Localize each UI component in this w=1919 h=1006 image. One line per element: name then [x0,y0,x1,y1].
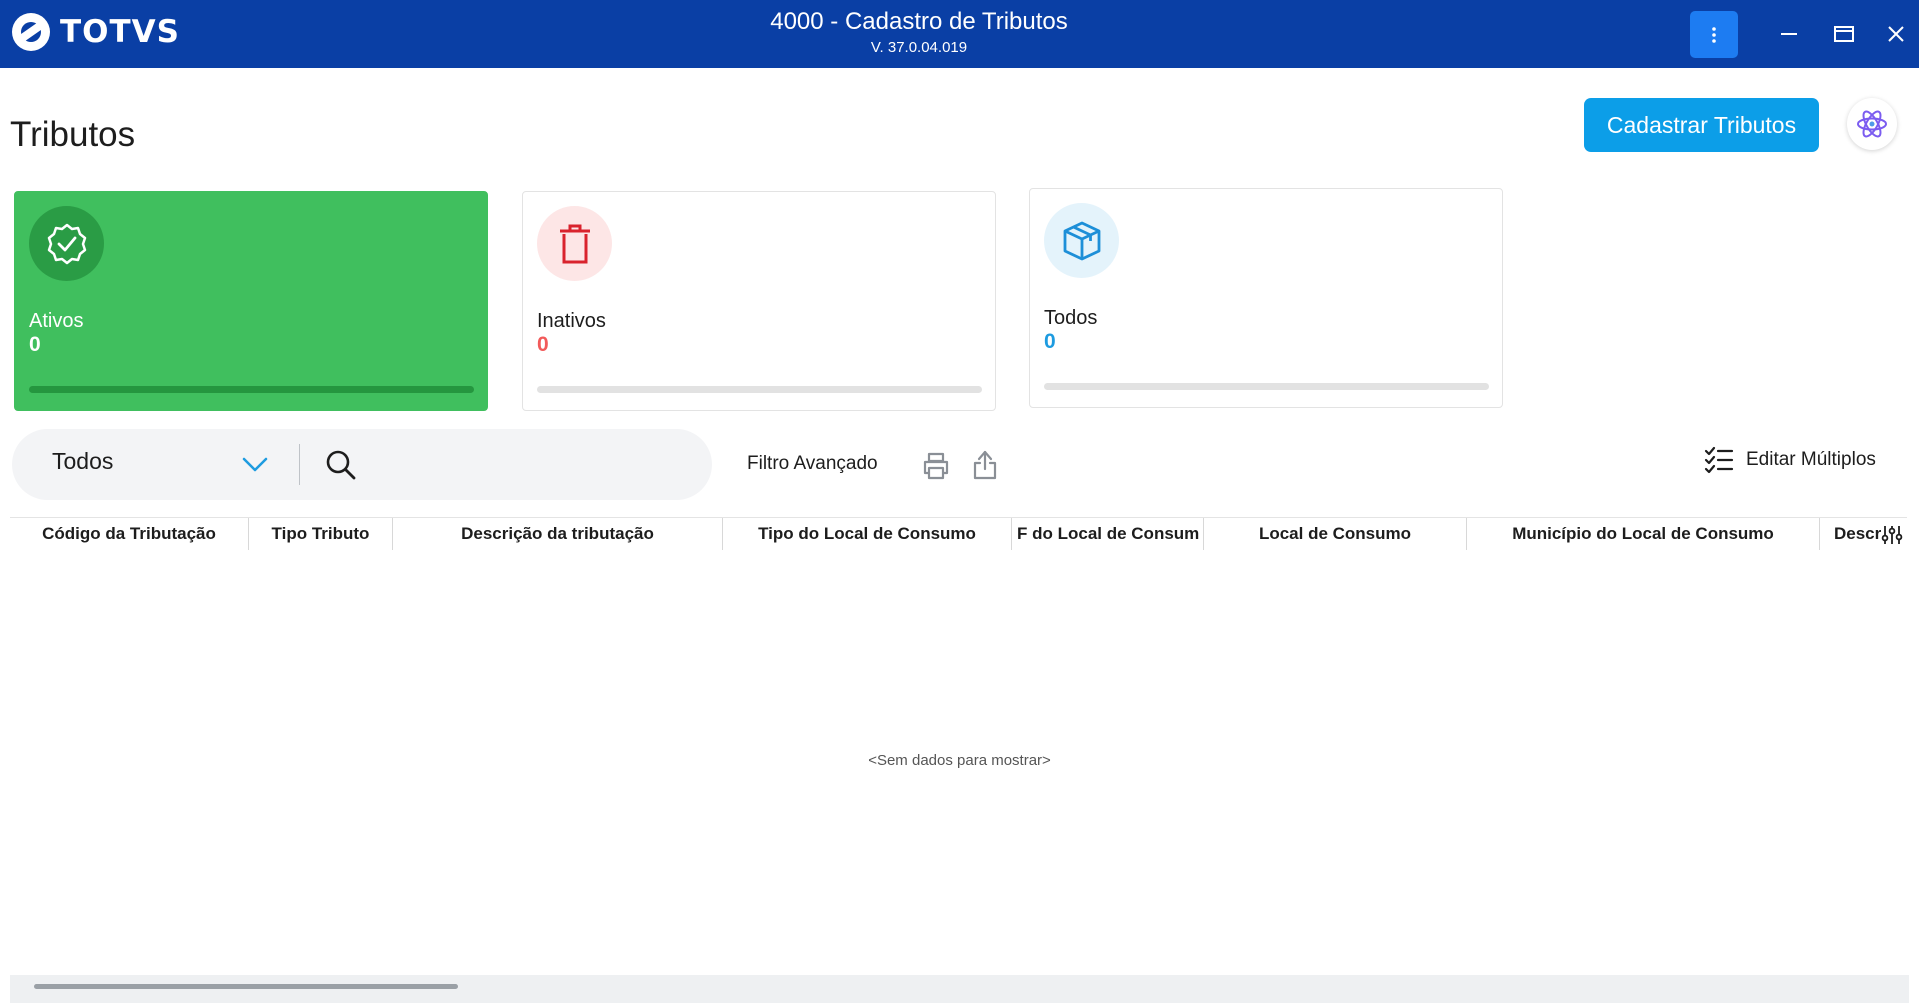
card-label: Inativos [537,310,606,332]
card-count: 0 [1044,330,1056,353]
search-input[interactable] [372,441,692,487]
restore-window-icon [1834,26,1854,42]
minimize-button[interactable] [1771,16,1807,52]
more-options-button[interactable] [1690,11,1738,58]
card-progress-bar [537,386,982,393]
checklist-icon [1704,446,1734,474]
window-title: 4000 - Cadastro de Tributos V. 37.0.04.0… [0,8,1838,58]
column-header-consumption-place-type[interactable]: Tipo do Local de Consumo [723,518,1012,550]
card-all[interactable]: Todos 0 [1029,188,1503,408]
divider [299,444,300,485]
card-inactive[interactable]: Inativos 0 [522,191,996,411]
card-active[interactable]: Ativos 0 [14,191,488,411]
edit-multiple-button[interactable]: Editar Múltiplos [1704,446,1876,474]
column-settings-icon[interactable] [1881,525,1903,545]
column-header-tax-description[interactable]: Descrição da tributação [393,518,723,550]
column-header-consumption-city[interactable]: Município do Local de Consumo [1467,518,1820,550]
edit-multiple-label: Editar Múltiplos [1746,449,1876,470]
export-icon[interactable] [970,449,1000,481]
horizontal-scrollbar[interactable] [10,975,1909,1003]
column-header-tax-code[interactable]: Código da Tributação [10,518,249,550]
check-badge-icon [47,223,86,264]
box-icon [1063,221,1100,260]
scrollbar-thumb[interactable] [34,984,458,989]
card-icon-wrap [29,206,104,281]
kebab-menu-icon [1712,26,1716,43]
maximize-button[interactable] [1826,16,1862,52]
column-header-consumption-place[interactable]: Local de Consumo [1204,518,1467,550]
card-icon-wrap [537,206,612,281]
card-label: Todos [1044,307,1098,329]
column-header-consumption-place-uf[interactable]: F do Local de Consum [1012,518,1204,550]
close-button[interactable] [1878,16,1914,52]
register-taxes-button[interactable]: Cadastrar Tributos [1584,98,1819,152]
chevron-down-icon[interactable] [240,449,270,479]
minimize-icon [1781,33,1797,35]
status-filter-select[interactable]: Todos [52,448,113,475]
card-progress-bar [29,386,474,393]
search-icon[interactable] [324,448,358,482]
trash-icon [559,224,590,263]
card-label: Ativos [29,310,84,332]
card-progress-bar [1044,383,1489,390]
empty-table-message: <Sem dados para mostrar> [868,752,1051,769]
atom-icon [1857,110,1887,138]
close-icon [1888,26,1904,42]
table-header: Código da Tributação Tipo Tributo Descri… [10,517,1907,550]
assistant-button[interactable] [1847,98,1897,150]
card-count: 0 [29,333,41,356]
card-count: 0 [537,333,549,356]
card-icon-wrap [1044,203,1119,278]
filter-bar: Todos [12,429,712,500]
app-version: V. 37.0.04.019 [870,39,968,56]
advanced-filter-link[interactable]: Filtro Avançado [747,453,878,475]
column-header-tax-type[interactable]: Tipo Tributo [249,518,393,550]
title-bar: TOTVS 4000 - Cadastro de Tributos V. 37.… [0,0,1919,68]
print-icon[interactable] [921,451,951,481]
page-title: Tributos [10,115,136,154]
app-title: 4000 - Cadastro de Tributos [770,8,1068,35]
